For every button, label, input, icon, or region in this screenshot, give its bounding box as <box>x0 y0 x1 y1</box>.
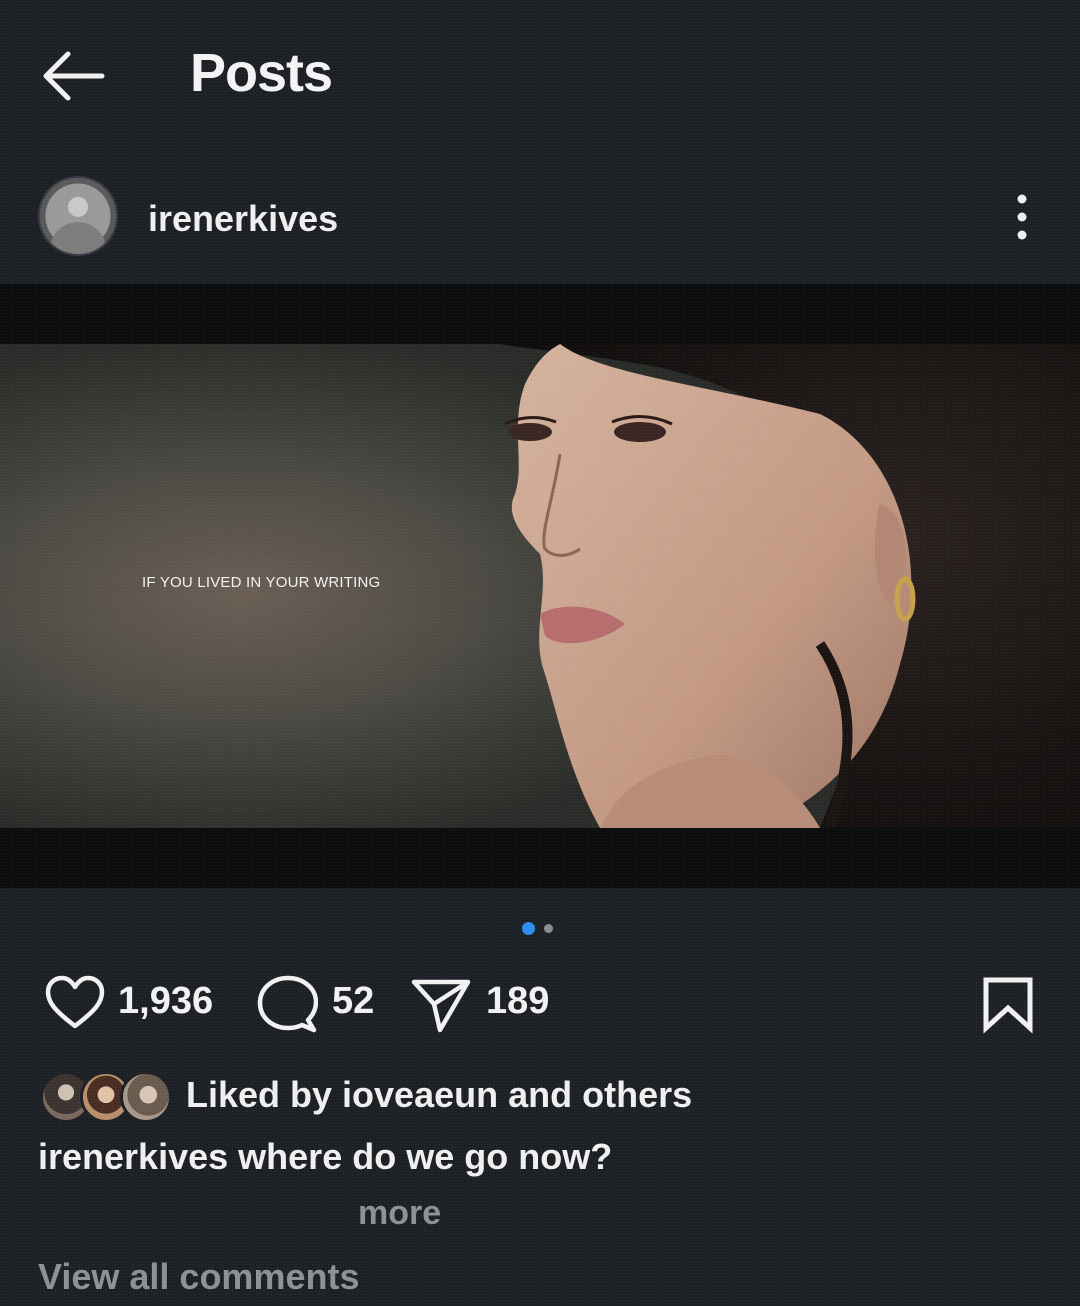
caption-text: where do we go now? <box>238 1136 613 1177</box>
save-button[interactable] <box>980 970 1036 1034</box>
comment-count: 52 <box>332 980 375 1022</box>
like-button[interactable]: 1,936 <box>44 970 234 1034</box>
comment-button[interactable]: 52 <box>256 970 386 1034</box>
arrow-left-icon <box>43 51 105 101</box>
share-count: 189 <box>486 980 550 1022</box>
liker-avatar <box>120 1071 172 1123</box>
back-button[interactable] <box>40 48 106 104</box>
post-caption: irenerkives where do we go now? <box>38 1136 612 1178</box>
caption-more-link[interactable]: more <box>358 1194 441 1233</box>
post-username[interactable]: irenerkives <box>148 198 338 240</box>
carousel-dot <box>544 924 553 933</box>
instagram-post-screen: Posts irenerkives IF YOU LIVED IN YOUR W… <box>0 0 1080 1306</box>
post-image: IF YOU LIVED IN YOUR WRITING <box>0 344 1080 828</box>
top-bar: Posts <box>0 0 1080 150</box>
carousel-indicator <box>522 922 562 936</box>
more-vertical-icon <box>1017 194 1027 240</box>
liker-avatars <box>40 1068 172 1123</box>
bookmark-icon <box>983 977 1033 1034</box>
liked-by-text: Liked by ioveaeun and others <box>186 1074 693 1115</box>
page-title: Posts <box>190 43 333 103</box>
caption-username[interactable]: irenerkives <box>38 1136 228 1177</box>
liked-by-row[interactable]: Liked by ioveaeun and others <box>40 1066 1040 1123</box>
image-overlay-text: IF YOU LIVED IN YOUR WRITING <box>142 574 381 591</box>
carousel-dot-active <box>522 922 535 935</box>
post-header: irenerkives <box>0 170 1080 262</box>
like-count: 1,936 <box>118 980 214 1022</box>
share-button[interactable]: 189 <box>410 970 570 1034</box>
heart-icon <box>45 975 105 1029</box>
more-options-button[interactable] <box>1006 192 1038 242</box>
comment-icon <box>257 975 318 1033</box>
avatar[interactable] <box>38 176 118 256</box>
send-icon <box>411 979 471 1033</box>
post-actions: 1,936 52 189 <box>0 970 1080 1034</box>
post-media[interactable]: IF YOU LIVED IN YOUR WRITING <box>0 284 1080 888</box>
view-all-comments-link[interactable]: View all comments <box>38 1256 359 1298</box>
